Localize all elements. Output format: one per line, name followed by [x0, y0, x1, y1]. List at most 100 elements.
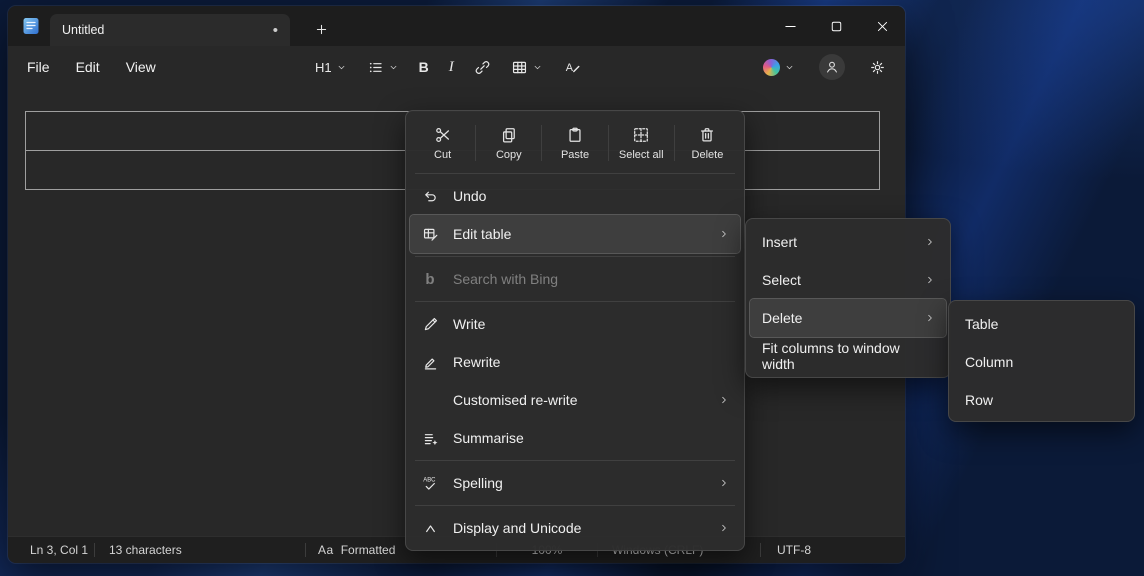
bold-label: B	[419, 59, 429, 75]
chevron-right-icon	[924, 312, 936, 324]
minimize-button[interactable]	[767, 6, 813, 46]
close-icon	[874, 18, 891, 35]
menu-item-label: Undo	[453, 188, 486, 204]
submenu-item-select[interactable]: Select	[750, 261, 946, 299]
link-icon	[474, 59, 491, 76]
chevron-down-icon	[532, 62, 543, 73]
summarise-icon	[420, 428, 440, 448]
chevron-right-icon	[718, 228, 730, 240]
list-dropdown[interactable]	[360, 54, 406, 81]
menu-toolbar-row: File Edit View H1 B I	[8, 46, 905, 88]
minimize-icon	[782, 18, 799, 35]
menu-item-spelling[interactable]: Spelling	[410, 464, 740, 502]
close-button[interactable]	[859, 6, 905, 46]
menu-separator	[415, 460, 735, 461]
menu-item-label: Edit table	[453, 226, 511, 242]
chevron-right-icon	[924, 274, 936, 286]
chevron-down-icon	[784, 62, 795, 73]
menu-item-label: Delete	[762, 310, 802, 326]
unsaved-indicator: •	[273, 23, 278, 38]
menu-item-edit-table[interactable]: Edit table	[410, 215, 740, 253]
paste-icon	[566, 126, 584, 144]
menu-item-label: Column	[965, 354, 1013, 370]
formatted-icon: Aa	[318, 543, 334, 557]
submenu-item-fit-columns[interactable]: Fit columns to window width	[750, 337, 946, 375]
notepad-app-icon	[22, 17, 40, 35]
cut-button[interactable]: Cut	[410, 116, 475, 170]
tab-title: Untitled	[62, 23, 104, 37]
select-all-icon	[632, 126, 650, 144]
menu-separator	[415, 256, 735, 257]
copilot-dropdown[interactable]	[756, 54, 802, 81]
delete-submenu: Table Column Row	[948, 300, 1135, 422]
bold-button[interactable]: B	[412, 54, 436, 80]
character-count: 13 characters	[95, 537, 305, 563]
window-controls	[767, 6, 905, 46]
chevron-right-icon	[718, 394, 730, 406]
menu-item-label: Table	[965, 316, 998, 332]
paste-button[interactable]: Paste	[542, 116, 607, 170]
menu-item-label: Spelling	[453, 475, 503, 491]
chevron-down-icon	[388, 62, 399, 73]
menu-item-label: Display and Unicode	[453, 520, 581, 536]
paste-label: Paste	[561, 149, 589, 161]
context-menu: Cut Copy Paste Select all Delete Undo Ed…	[405, 110, 745, 551]
menu-item-write[interactable]: Write	[410, 305, 740, 343]
table-dropdown[interactable]	[504, 54, 550, 81]
italic-label: I	[449, 59, 454, 76]
bing-icon: b	[420, 269, 440, 289]
pen-lines-icon	[420, 352, 440, 372]
clear-formatting-button[interactable]	[556, 53, 588, 81]
submenu-item-insert[interactable]: Insert	[750, 223, 946, 261]
maximize-button[interactable]	[813, 6, 859, 46]
delete-label: Delete	[692, 149, 724, 161]
plus-icon	[314, 22, 329, 37]
menu-item-label: Fit columns to window width	[762, 340, 936, 372]
maximize-icon	[828, 18, 845, 35]
select-all-button[interactable]: Select all	[609, 116, 674, 170]
menu-item-display-and-unicode[interactable]: Display and Unicode	[410, 509, 740, 547]
undo-icon	[420, 186, 440, 206]
empty-icon-slot	[420, 390, 440, 410]
menu-item-label: Summarise	[453, 430, 524, 446]
account-button[interactable]	[812, 49, 852, 85]
menu-file[interactable]: File	[14, 54, 63, 80]
quick-actions-row: Cut Copy Paste Select all Delete	[410, 116, 740, 170]
menu-item-label: Search with Bing	[453, 271, 558, 287]
cursor-position: Ln 3, Col 1	[8, 537, 94, 563]
pen-icon	[420, 314, 440, 334]
new-tab-button[interactable]	[308, 16, 334, 42]
encoding: UTF-8	[761, 537, 811, 563]
menu-item-undo[interactable]: Undo	[410, 177, 740, 215]
italic-button[interactable]: I	[442, 54, 461, 81]
edit-table-submenu: Insert Select Delete Fit columns to wind…	[745, 218, 951, 378]
chevron-right-icon	[718, 522, 730, 534]
copy-icon	[500, 126, 518, 144]
delete-button[interactable]: Delete	[675, 116, 740, 170]
menu-item-label: Row	[965, 392, 993, 408]
settings-button[interactable]	[862, 54, 893, 81]
menu-item-summarise[interactable]: Summarise	[410, 419, 740, 457]
menu-item-search-with-bing: b Search with Bing	[410, 260, 740, 298]
submenu-item-row[interactable]: Row	[953, 381, 1130, 419]
chevron-right-icon	[718, 477, 730, 489]
menu-edit[interactable]: Edit	[63, 54, 113, 80]
link-button[interactable]	[467, 54, 498, 81]
tab-untitled[interactable]: Untitled •	[50, 14, 290, 46]
submenu-item-column[interactable]: Column	[953, 343, 1130, 381]
submenu-item-table[interactable]: Table	[953, 305, 1130, 343]
clear-formatting-icon	[563, 58, 581, 76]
cut-icon	[434, 126, 452, 144]
menu-item-customised-rewrite[interactable]: Customised re-write	[410, 381, 740, 419]
submenu-item-delete[interactable]: Delete	[750, 299, 946, 337]
menu-separator	[415, 301, 735, 302]
heading-style-dropdown[interactable]: H1	[308, 55, 354, 80]
spelling-icon	[420, 473, 440, 493]
menu-separator	[415, 173, 735, 174]
copy-button[interactable]: Copy	[476, 116, 541, 170]
formatted-label: Formatted	[341, 543, 396, 557]
menu-view[interactable]: View	[113, 54, 169, 80]
menu-item-rewrite[interactable]: Rewrite	[410, 343, 740, 381]
caret-icon	[420, 518, 440, 538]
titlebar[interactable]: Untitled •	[8, 6, 905, 46]
